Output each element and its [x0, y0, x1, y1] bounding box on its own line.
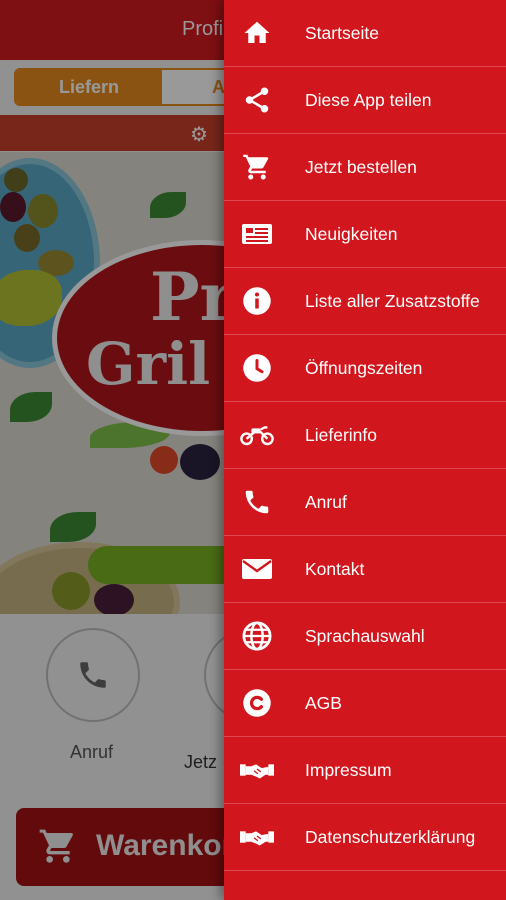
- menu-item-startseite[interactable]: Startseite: [224, 0, 506, 67]
- menu-label: Anruf: [305, 491, 347, 512]
- phone-icon: [240, 485, 274, 519]
- menu-item-terms[interactable]: AGB: [224, 670, 506, 737]
- menu-item-additives[interactable]: Liste aller Zusatzstoffe: [224, 268, 506, 335]
- menu-item-order-now[interactable]: Jetzt bestellen: [224, 134, 506, 201]
- share-icon: [240, 83, 274, 117]
- info-icon: [240, 284, 274, 318]
- copyright-icon: [240, 686, 274, 720]
- menu-label: Datenschutzerklärung: [305, 826, 476, 847]
- news-icon: [240, 217, 274, 251]
- navigation-drawer: Startseite Diese App teilen Jetzt bestel…: [224, 0, 506, 900]
- menu-label: AGB: [305, 692, 342, 713]
- menu-item-opening-hours[interactable]: Öffnungszeiten: [224, 335, 506, 402]
- clock-icon: [240, 351, 274, 385]
- menu-item-privacy[interactable]: Datenschutzerklärung: [224, 804, 506, 871]
- menu-item-partial[interactable]: [224, 871, 506, 900]
- motorbike-icon: [240, 418, 274, 452]
- envelope-icon: [240, 552, 274, 586]
- menu-item-contact[interactable]: Kontakt: [224, 536, 506, 603]
- menu-item-call[interactable]: Anruf: [224, 469, 506, 536]
- menu-label: Lieferinfo: [305, 424, 377, 445]
- menu-label: Startseite: [305, 22, 379, 43]
- menu-label: Diese App teilen: [305, 89, 432, 110]
- menu-label: Jetzt bestellen: [305, 156, 417, 177]
- menu-label: Impressum: [305, 759, 392, 780]
- menu-item-delivery-info[interactable]: Lieferinfo: [224, 402, 506, 469]
- globe-icon: [240, 619, 274, 653]
- menu-item-share-app[interactable]: Diese App teilen: [224, 67, 506, 134]
- handshake-icon: [240, 753, 274, 787]
- menu-item-imprint[interactable]: Impressum: [224, 737, 506, 804]
- menu-label: Sprachauswahl: [305, 625, 425, 646]
- menu-label: Kontakt: [305, 558, 365, 579]
- menu-label: Öffnungszeiten: [305, 357, 423, 378]
- handshake-icon: [240, 820, 274, 854]
- cart-icon: [240, 150, 274, 184]
- menu-item-news[interactable]: Neuigkeiten: [224, 201, 506, 268]
- menu-label: Liste aller Zusatzstoffe: [305, 290, 480, 311]
- menu-label: Neuigkeiten: [305, 223, 398, 244]
- menu-item-language[interactable]: Sprachauswahl: [224, 603, 506, 670]
- home-icon: [240, 16, 274, 50]
